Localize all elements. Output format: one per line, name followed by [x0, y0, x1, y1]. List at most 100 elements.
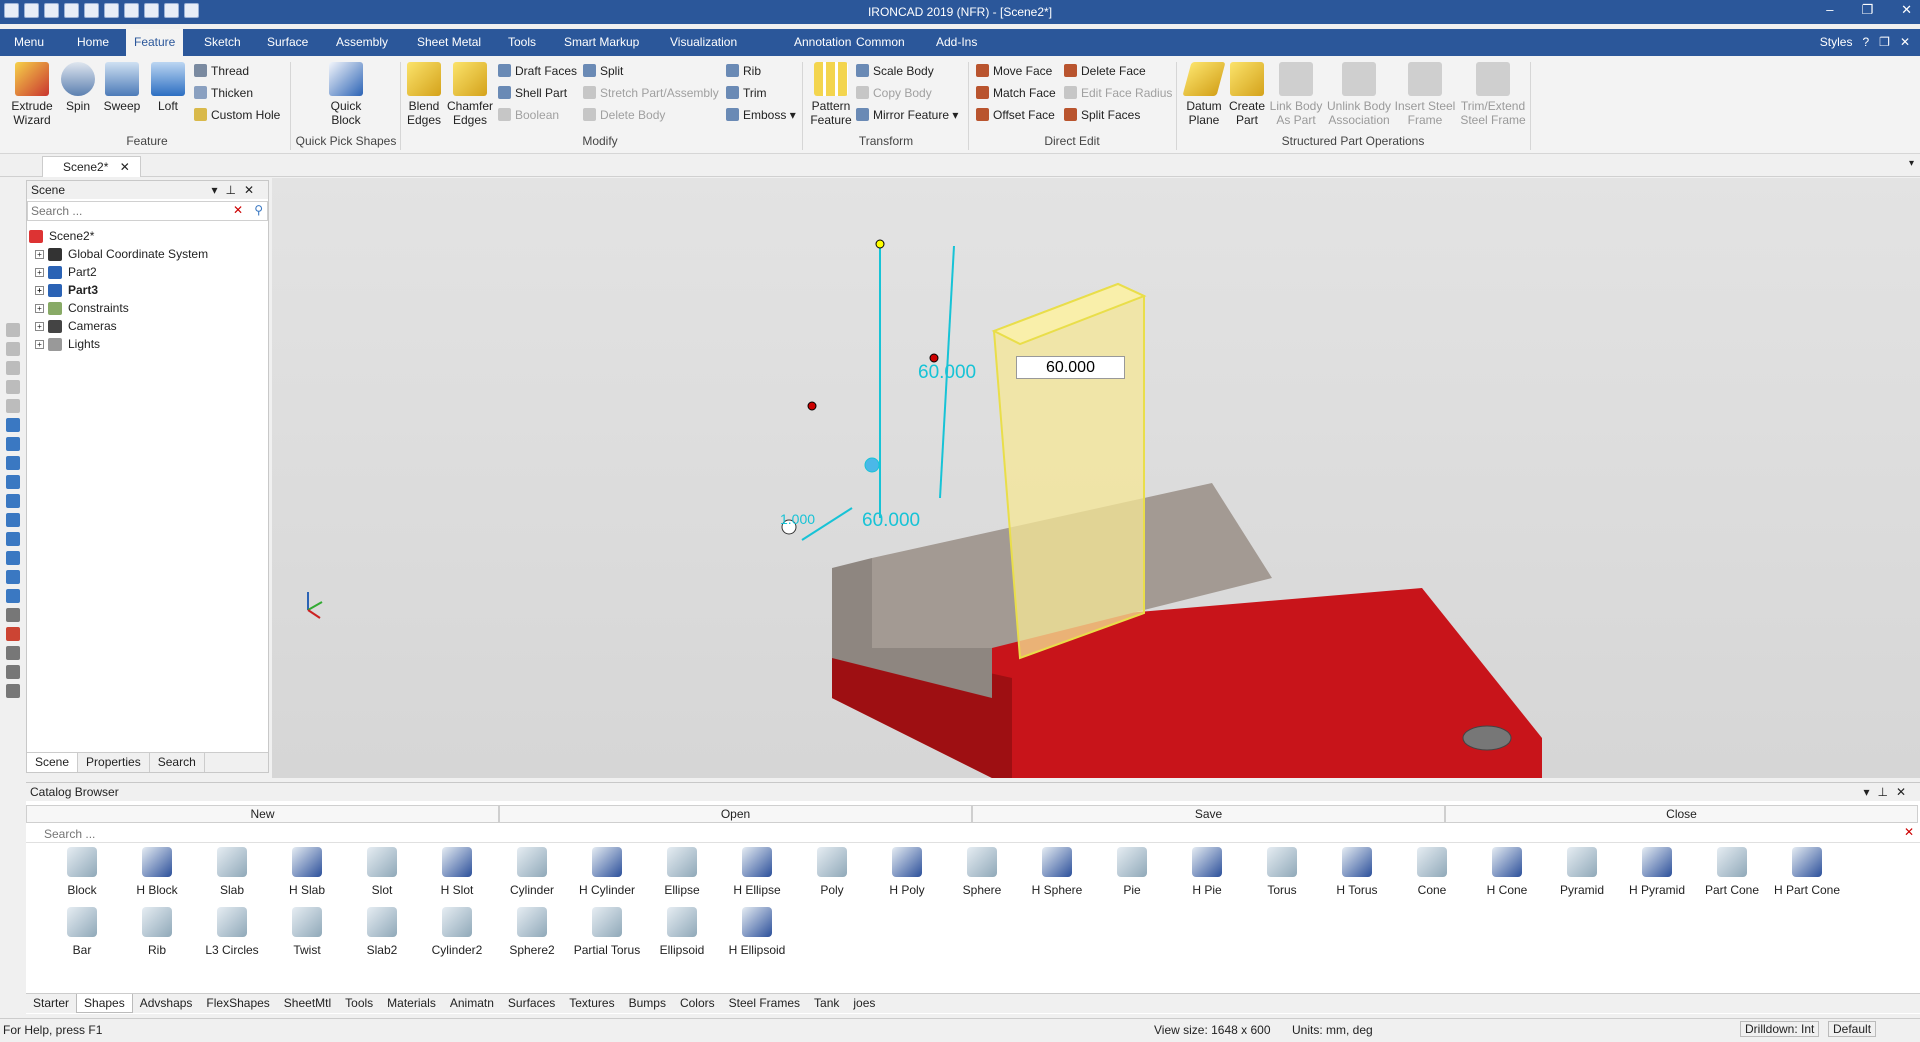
shape-item[interactable]: Poly: [793, 847, 871, 897]
catalog-tab-tools[interactable]: Tools: [338, 994, 380, 1013]
extrude-wizard-button[interactable]: Extrude Wizard: [8, 62, 56, 127]
expand-icon[interactable]: +: [35, 249, 44, 259]
tool-icon[interactable]: [6, 456, 20, 470]
close-doc-icon[interactable]: ✕: [1900, 35, 1910, 49]
scene-search[interactable]: ✕ ⚲: [27, 201, 268, 221]
close-icon[interactable]: ✕: [1901, 2, 1912, 18]
tab-home[interactable]: Home: [69, 29, 117, 56]
catalog-tab-joes[interactable]: joes: [846, 994, 882, 1013]
tab-sketch[interactable]: Sketch: [196, 29, 249, 56]
clear-search-icon[interactable]: ✕: [233, 203, 243, 217]
catalog-tab-materials[interactable]: Materials: [380, 994, 443, 1013]
tab-add-ins[interactable]: Add-Ins: [928, 29, 985, 56]
clear-search-icon[interactable]: ✕: [1904, 825, 1914, 839]
shape-item[interactable]: Slab: [193, 847, 271, 897]
catalog-tab-sheetmtl[interactable]: SheetMtl: [277, 994, 338, 1013]
shape-item[interactable]: Partial Torus: [568, 907, 646, 957]
tool-icon[interactable]: [6, 532, 20, 546]
catalog-tab-surfaces[interactable]: Surfaces: [501, 994, 562, 1013]
draft-faces-button[interactable]: Draft Faces: [498, 62, 577, 80]
close-tab-icon[interactable]: ✕: [120, 160, 130, 174]
tool-icon[interactable]: [6, 323, 20, 337]
panel-controls-icon[interactable]: ▾⊥✕: [1863, 783, 1914, 801]
tab-surface[interactable]: Surface: [259, 29, 316, 56]
shape-item[interactable]: H Block: [118, 847, 196, 897]
shape-item[interactable]: H Slot: [418, 847, 496, 897]
scene-search-input[interactable]: [28, 202, 228, 220]
tab-properties[interactable]: Properties: [78, 753, 150, 772]
tool-icon[interactable]: [6, 361, 20, 375]
dimension-width[interactable]: 60.000: [862, 510, 920, 531]
tab-smart-markup[interactable]: Smart Markup: [556, 29, 647, 56]
tab-feature[interactable]: Feature: [126, 29, 184, 56]
shape-item[interactable]: Torus: [1243, 847, 1321, 897]
shape-item[interactable]: Twist: [268, 907, 346, 957]
blend-edges-button[interactable]: Blend Edges: [404, 62, 444, 127]
shape-item[interactable]: H Ellipse: [718, 847, 796, 897]
unlink-body-button[interactable]: Unlink Body Association: [1326, 62, 1392, 127]
restore-icon[interactable]: ❐: [1861, 2, 1873, 18]
restore-doc-icon[interactable]: ❐: [1879, 35, 1890, 49]
expand-icon[interactable]: +: [35, 339, 44, 349]
catalog-close-button[interactable]: Close: [1445, 805, 1918, 823]
tool-icon[interactable]: [6, 437, 20, 451]
tool-icon[interactable]: [6, 646, 20, 660]
catalog-tab-steel-frames[interactable]: Steel Frames: [722, 994, 807, 1013]
catalog-tab-colors[interactable]: Colors: [673, 994, 722, 1013]
styles-dropdown[interactable]: Styles: [1820, 35, 1853, 49]
tree-node[interactable]: + Global Coordinate System: [27, 245, 268, 263]
tree-node[interactable]: + Part3: [27, 281, 268, 299]
split-faces-button[interactable]: Split Faces: [1064, 106, 1140, 124]
expand-icon[interactable]: +: [35, 285, 44, 295]
tab-scene2[interactable]: Scene2* ✕: [42, 156, 141, 177]
shape-item[interactable]: Slab2: [343, 907, 421, 957]
shape-item[interactable]: H Ellipsoid: [718, 907, 796, 957]
thread-button[interactable]: Thread: [194, 62, 249, 80]
anchor-handle[interactable]: [864, 457, 880, 473]
tab-common[interactable]: Common: [848, 29, 913, 56]
create-part-button[interactable]: Create Part: [1226, 62, 1268, 127]
dimension-small[interactable]: 1.000: [780, 511, 815, 527]
shell-part-button[interactable]: Shell Part: [498, 84, 567, 102]
tab-scene[interactable]: Scene: [27, 753, 79, 772]
shape-item[interactable]: L3 Circles: [193, 907, 271, 957]
loft-button[interactable]: Loft: [148, 62, 188, 113]
tool-icon[interactable]: [6, 418, 20, 432]
tab-list-icon[interactable]: ▾: [1909, 158, 1914, 169]
expand-icon[interactable]: +: [35, 267, 44, 277]
shape-item[interactable]: H Cone: [1468, 847, 1546, 897]
shape-item[interactable]: H Poly: [868, 847, 946, 897]
handle-left[interactable]: [807, 401, 817, 411]
catalog-tab-textures[interactable]: Textures: [562, 994, 621, 1013]
default-select[interactable]: Default: [1828, 1021, 1877, 1037]
boolean-button[interactable]: Boolean: [498, 106, 559, 124]
tool-icon[interactable]: [6, 684, 20, 698]
shape-item[interactable]: H Sphere: [1018, 847, 1096, 897]
mirror-feature-dropdown[interactable]: Mirror Feature ▾: [856, 106, 958, 124]
handle-top[interactable]: [875, 239, 885, 249]
tab-search[interactable]: Search: [150, 753, 205, 772]
delete-body-button[interactable]: Delete Body: [583, 106, 665, 124]
shape-item[interactable]: Pyramid: [1543, 847, 1621, 897]
panel-controls-icon[interactable]: ▾⊥✕: [211, 181, 262, 199]
drilldown-select[interactable]: Drilldown: Int: [1740, 1021, 1820, 1037]
catalog-tab-flexshapes[interactable]: FlexShapes: [199, 994, 276, 1013]
emboss-dropdown[interactable]: Emboss ▾: [726, 106, 796, 124]
shape-item[interactable]: Cylinder2: [418, 907, 496, 957]
datum-plane-button[interactable]: Datum Plane: [1180, 62, 1228, 127]
thicken-button[interactable]: Thicken: [194, 84, 253, 102]
catalog-save-button[interactable]: Save: [972, 805, 1445, 823]
shape-item[interactable]: Slot: [343, 847, 421, 897]
trim-button[interactable]: Trim: [726, 84, 767, 102]
shape-item[interactable]: H Pyramid: [1618, 847, 1696, 897]
catalog-tab-animatn[interactable]: Animatn: [443, 994, 501, 1013]
tree-node[interactable]: + Constraints: [27, 299, 268, 317]
tree-node[interactable]: + Part2: [27, 263, 268, 281]
trim-extend-steel-frame-button[interactable]: Trim/Extend Steel Frame: [1458, 62, 1528, 127]
tab-assembly[interactable]: Assembly: [328, 29, 396, 56]
shape-item[interactable]: Pie: [1093, 847, 1171, 897]
tool-icon[interactable]: [6, 551, 20, 565]
sweep-button[interactable]: Sweep: [102, 62, 142, 113]
split-button[interactable]: Split: [583, 62, 623, 80]
shape-item[interactable]: Sphere: [943, 847, 1021, 897]
